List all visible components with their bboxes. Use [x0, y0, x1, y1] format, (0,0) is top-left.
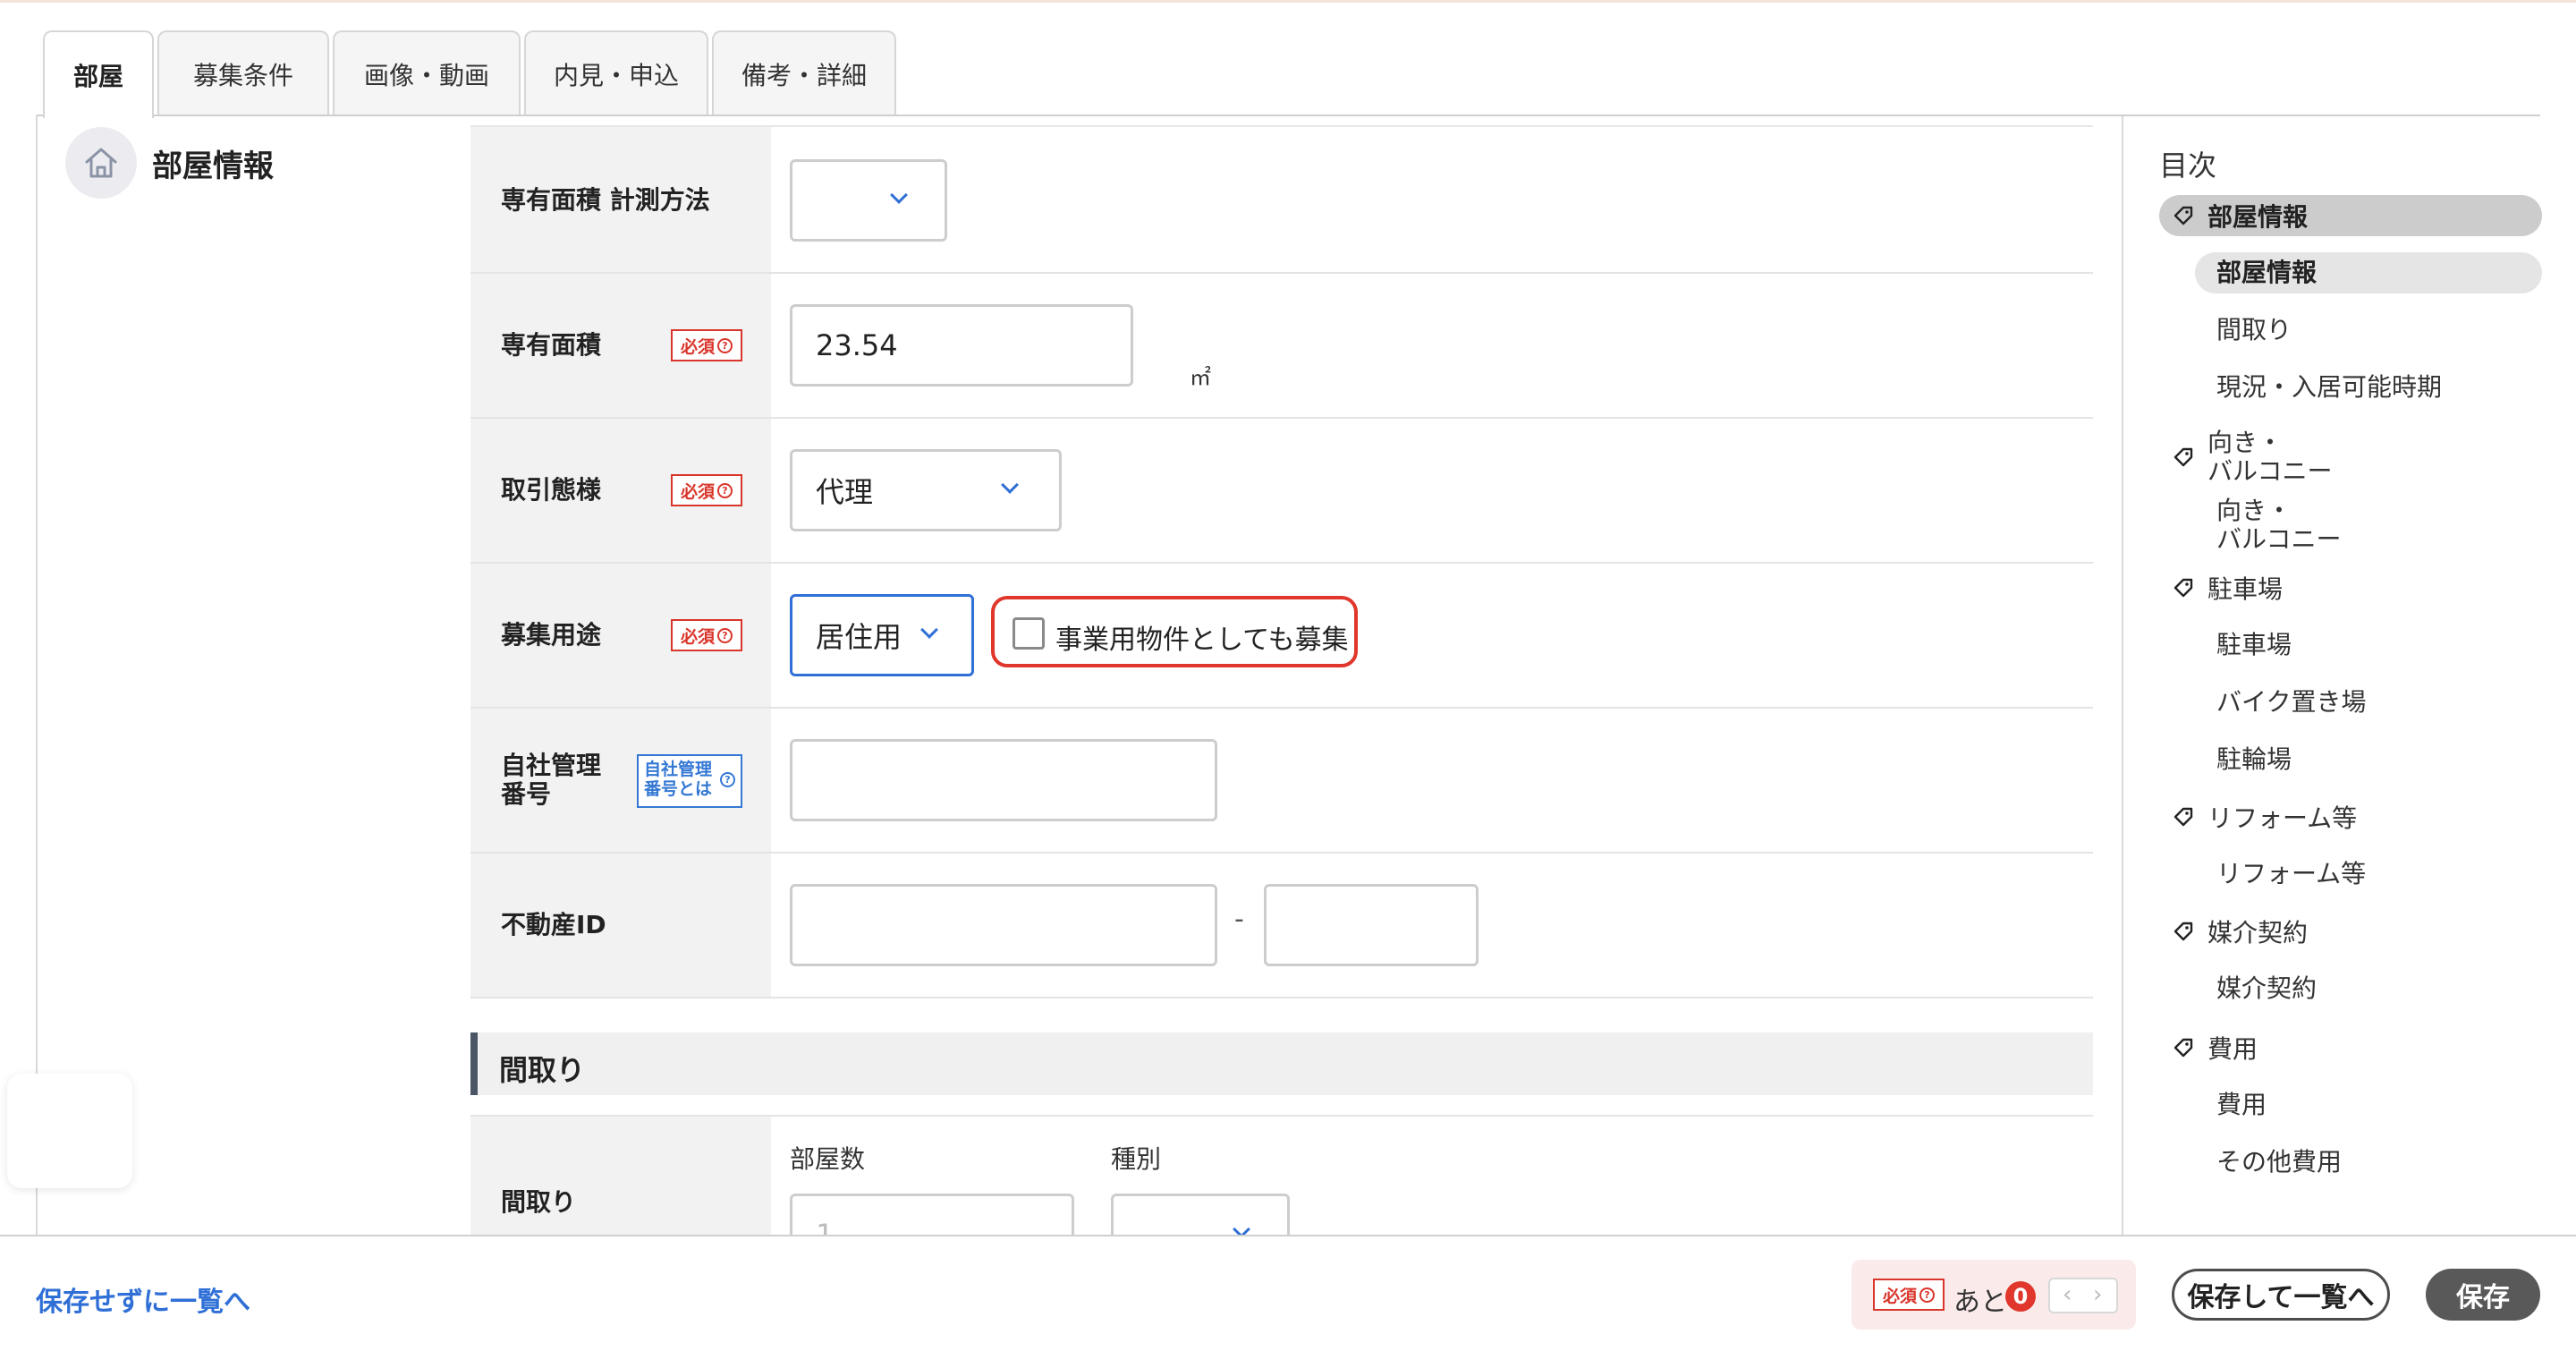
required-field-navigator: ‹ › [2048, 1278, 2118, 1313]
toc-group-room-info[interactable]: 部屋情報 [2159, 195, 2542, 236]
toc-group-parking[interactable]: 駐車場 [2159, 567, 2542, 608]
chevron-left-icon[interactable]: ‹ [2063, 1281, 2072, 1308]
tab-remarks-details[interactable]: 備考・詳細 [712, 30, 896, 116]
business-use-checkbox[interactable] [1013, 617, 1045, 650]
toc-group-brokerage[interactable]: 媒介契約 [2159, 911, 2542, 952]
chevron-down-icon [920, 621, 938, 639]
house-icon [65, 127, 137, 199]
required-remaining-counter: 必須? あと 0 ‹ › [1852, 1260, 2136, 1330]
row-transaction: 取引態様 必須? 代理 [470, 419, 2093, 564]
required-badge[interactable]: 必須? [671, 619, 742, 651]
row-company-number: 自社管理 番号 自社管理 番号とは ? [470, 709, 2093, 854]
toc-item-current-status[interactable]: 現況・入居可能時期 [2195, 367, 2542, 408]
help-icon: ? [717, 482, 733, 498]
toc-item-other-costs[interactable]: その他費用 [2195, 1142, 2542, 1183]
help-icon: ? [717, 337, 733, 353]
toc-group-costs[interactable]: 費用 [2159, 1027, 2542, 1068]
tab-room[interactable]: 部屋 [43, 30, 154, 118]
bottom-action-bar: 保存せずに一覧へ 必須? あと 0 ‹ › 保存して一覧へ 保存 [0, 1235, 2576, 1351]
business-use-checkbox-label[interactable]: 事業用物件としても募集 [1055, 617, 1349, 657]
toc-title: 目次 [2159, 149, 2217, 183]
tag-icon [2174, 922, 2193, 941]
tab-recruit-conditions[interactable]: 募集条件 [157, 30, 329, 116]
save-button[interactable]: 保存 [2426, 1269, 2540, 1321]
back-without-saving-link[interactable]: 保存せずに一覧へ [36, 1279, 250, 1319]
area-input[interactable]: 23.54 [790, 304, 1133, 387]
transaction-select[interactable]: 代理 [790, 449, 1062, 531]
madori-label: 間取り [501, 1187, 577, 1217]
company-number-help[interactable]: 自社管理 番号とは ? [637, 754, 742, 808]
toc-item-room-info[interactable]: 部屋情報 [2195, 252, 2542, 293]
business-use-checkbox-wrapper[interactable]: 事業用物件としても募集 [991, 596, 1358, 667]
help-icon: ? [1919, 1287, 1935, 1303]
chevron-down-icon [890, 186, 908, 204]
toc-item-orientation[interactable]: 向き・ バルコニー [2195, 494, 2542, 557]
realestate-id-label: 不動産ID [501, 910, 606, 939]
toc-item-costs[interactable]: 費用 [2195, 1084, 2542, 1126]
top-accent-line [0, 0, 2576, 3]
row-realestate-id: 不動産ID - [470, 854, 2093, 998]
required-badge[interactable]: 必須? [671, 329, 742, 361]
realestate-id-input-2[interactable] [1264, 884, 1479, 966]
purpose-label: 募集用途 [501, 620, 602, 650]
madori-section-header: 間取り [470, 1032, 2093, 1095]
section-title: 部屋情報 [152, 149, 274, 184]
required-badge: 必須? [1873, 1279, 1945, 1311]
company-number-input[interactable] [790, 739, 1217, 821]
purpose-select[interactable]: 居住用 [790, 594, 974, 676]
toc-border [2122, 116, 2123, 1235]
room-type-label: 種別 [1111, 1144, 1162, 1174]
toc-group-orientation[interactable]: 向き・ バルコニー [2159, 426, 2542, 489]
rooms-label: 部屋数 [790, 1144, 866, 1174]
remaining-count: 0 [2005, 1281, 2036, 1312]
chevron-down-icon [1001, 476, 1019, 494]
toc-item-brokerage[interactable]: 媒介契約 [2195, 968, 2542, 1009]
row-area: 専有面積 必須? 23.54 ㎡ [470, 274, 2093, 419]
remaining-label: あと [1953, 1287, 2007, 1318]
help-icon: ? [717, 627, 733, 643]
row-area-method: 専有面積 計測方法 [470, 127, 2093, 274]
area-unit: ㎡ [1190, 365, 1211, 390]
tag-icon [2174, 1038, 2193, 1058]
tag-icon [2174, 206, 2193, 225]
save-and-list-button[interactable]: 保存して一覧へ [2172, 1269, 2390, 1321]
left-panel-border [36, 115, 38, 1235]
transaction-label: 取引態様 [501, 475, 602, 505]
floating-card[interactable] [7, 1074, 132, 1188]
required-badge[interactable]: 必須? [671, 474, 742, 506]
toc-item-parking[interactable]: 駐車場 [2195, 625, 2542, 666]
tab-images-videos[interactable]: 画像・動画 [333, 30, 521, 116]
company-number-label: 自社管理 番号 [501, 751, 602, 809]
tab-viewing-application[interactable]: 内見・申込 [524, 30, 708, 116]
tag-icon [2174, 807, 2193, 827]
toc-item-bike-parking[interactable]: バイク置き場 [2195, 682, 2542, 723]
toc-group-renovation[interactable]: リフォーム等 [2159, 796, 2542, 837]
tag-icon [2174, 447, 2193, 467]
chevron-right-icon[interactable]: › [2093, 1281, 2102, 1308]
area-method-select[interactable] [790, 159, 947, 242]
toc-item-madori[interactable]: 間取り [2195, 310, 2542, 351]
help-icon: ? [720, 772, 735, 787]
id-separator: - [1234, 904, 1244, 935]
toc-item-bicycle-parking[interactable]: 駐輪場 [2195, 739, 2542, 780]
toc-item-renovation[interactable]: リフォーム等 [2195, 854, 2542, 895]
tab-divider [36, 115, 2540, 116]
realestate-id-input-1[interactable] [790, 884, 1217, 966]
tag-icon [2174, 578, 2193, 598]
area-label: 専有面積 [501, 330, 602, 360]
tab-bar: 部屋 募集条件 画像・動画 内見・申込 備考・詳細 [43, 30, 900, 118]
area-method-label: 専有面積 計測方法 [501, 185, 710, 215]
